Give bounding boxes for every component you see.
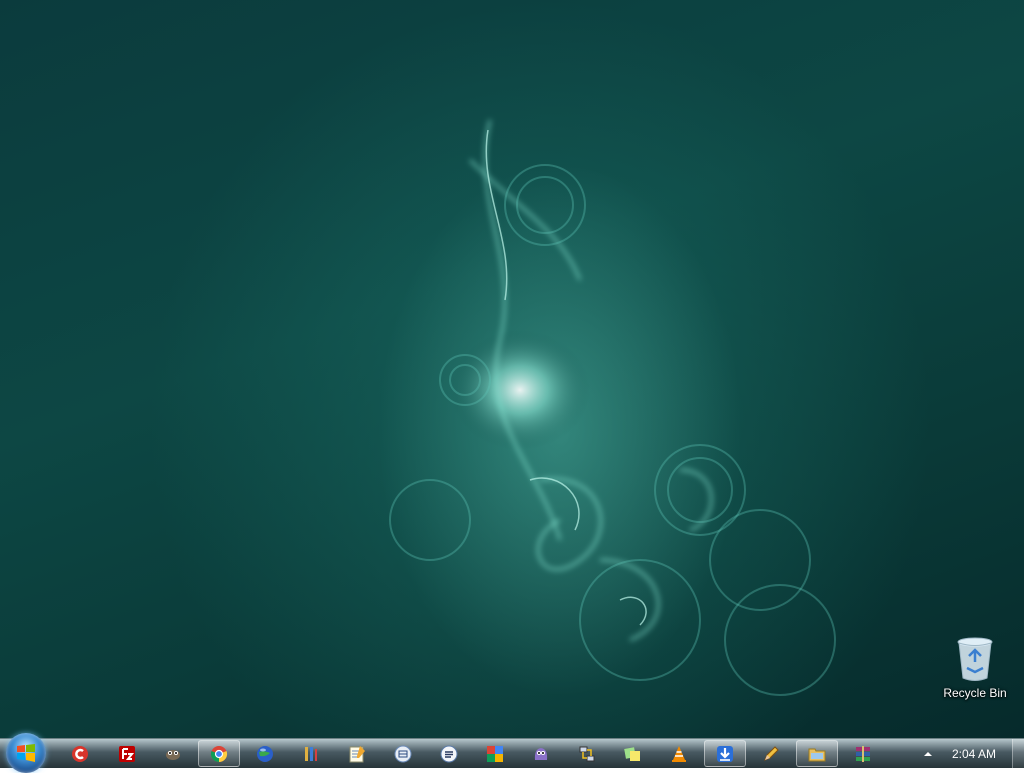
taskbar-filezilla-button[interactable] bbox=[106, 740, 148, 767]
sticky-notes-icon bbox=[624, 746, 640, 761]
recycle-bin-label: Recycle Bin bbox=[943, 686, 1007, 700]
taskbar-picasa-button[interactable] bbox=[474, 740, 516, 767]
pencil-icon bbox=[764, 745, 779, 761]
notepad-icon bbox=[349, 745, 365, 762]
taskbar-ccleaner-button[interactable] bbox=[59, 740, 101, 767]
taskbar-winrar-button[interactable] bbox=[842, 740, 884, 767]
taskbar-pencil-tool-button[interactable] bbox=[750, 740, 792, 767]
taskbar-windows-explorer-button[interactable] bbox=[796, 740, 838, 767]
show-desktop-button[interactable] bbox=[1012, 739, 1024, 768]
taskbar-vlc-button[interactable] bbox=[658, 740, 700, 767]
windows-logo-icon bbox=[17, 744, 35, 762]
taskbar-network-tool-button[interactable] bbox=[566, 740, 608, 767]
winrar-icon bbox=[856, 745, 870, 762]
taskbar-download-manager-button[interactable] bbox=[704, 740, 746, 767]
taskbar-notepad-button[interactable] bbox=[336, 740, 378, 767]
vlc-cone-icon bbox=[672, 745, 686, 762]
recycle-bin-icon bbox=[957, 637, 993, 681]
ccleaner-icon bbox=[72, 745, 88, 762]
recycle-bin-shortcut[interactable]: Recycle Bin bbox=[935, 636, 1015, 700]
show-hidden-icons-button[interactable] bbox=[922, 747, 934, 759]
chevron-up-icon bbox=[924, 752, 932, 756]
taskbar-paint-tool-button[interactable] bbox=[290, 740, 332, 767]
start-button[interactable] bbox=[6, 733, 46, 773]
taskbar-gimp-button[interactable] bbox=[152, 740, 194, 767]
desktop[interactable]: Recycle Bin bbox=[0, 0, 1024, 738]
round-app-icon bbox=[440, 745, 458, 762]
round-app-icon bbox=[394, 745, 412, 762]
taskbar-sticky-notes-button[interactable] bbox=[612, 740, 654, 767]
filezilla-icon bbox=[119, 745, 135, 762]
picasa-icon bbox=[487, 745, 503, 762]
pidgin-icon bbox=[534, 747, 548, 760]
paint-brush-icon bbox=[305, 746, 317, 761]
taskbar-media-app-1-button[interactable] bbox=[382, 740, 424, 767]
download-arrow-icon bbox=[717, 745, 733, 762]
network-icon bbox=[579, 746, 595, 761]
gimp-icon bbox=[166, 749, 180, 760]
taskbar-google-earth-button[interactable] bbox=[244, 740, 286, 767]
wallpaper-swirl-art bbox=[389, 119, 836, 696]
globe-icon bbox=[257, 745, 273, 762]
taskbar-clock[interactable]: 2:04 AM bbox=[944, 747, 1004, 761]
taskbar-media-app-2-button[interactable] bbox=[428, 740, 470, 767]
chrome-icon bbox=[210, 745, 228, 762]
taskbar-pidgin-button[interactable] bbox=[520, 740, 562, 767]
taskbar-chrome-button[interactable] bbox=[198, 740, 240, 767]
folder-icon bbox=[808, 748, 826, 761]
taskbar: 2:04 AM bbox=[0, 733, 1024, 773]
